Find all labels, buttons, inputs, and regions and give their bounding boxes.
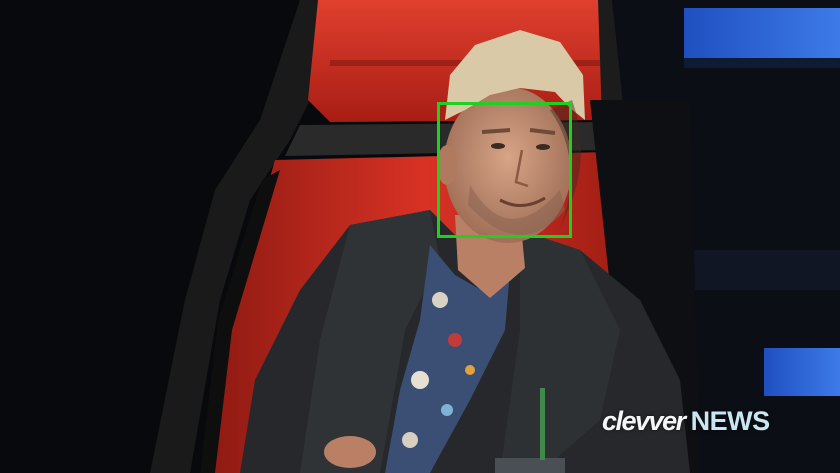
stage-light-panel-top	[684, 8, 840, 58]
stage-light-panel-bottom	[764, 348, 840, 396]
logo-brand-text: clevver	[602, 406, 686, 436]
scene-illustration	[0, 0, 840, 473]
cup	[495, 458, 565, 473]
face-detection-box	[437, 102, 572, 238]
video-frame: clevver NEWS	[0, 0, 840, 473]
logo-section-text: NEWS	[690, 406, 771, 436]
clevver-news-logo: clevver NEWS	[602, 406, 770, 440]
